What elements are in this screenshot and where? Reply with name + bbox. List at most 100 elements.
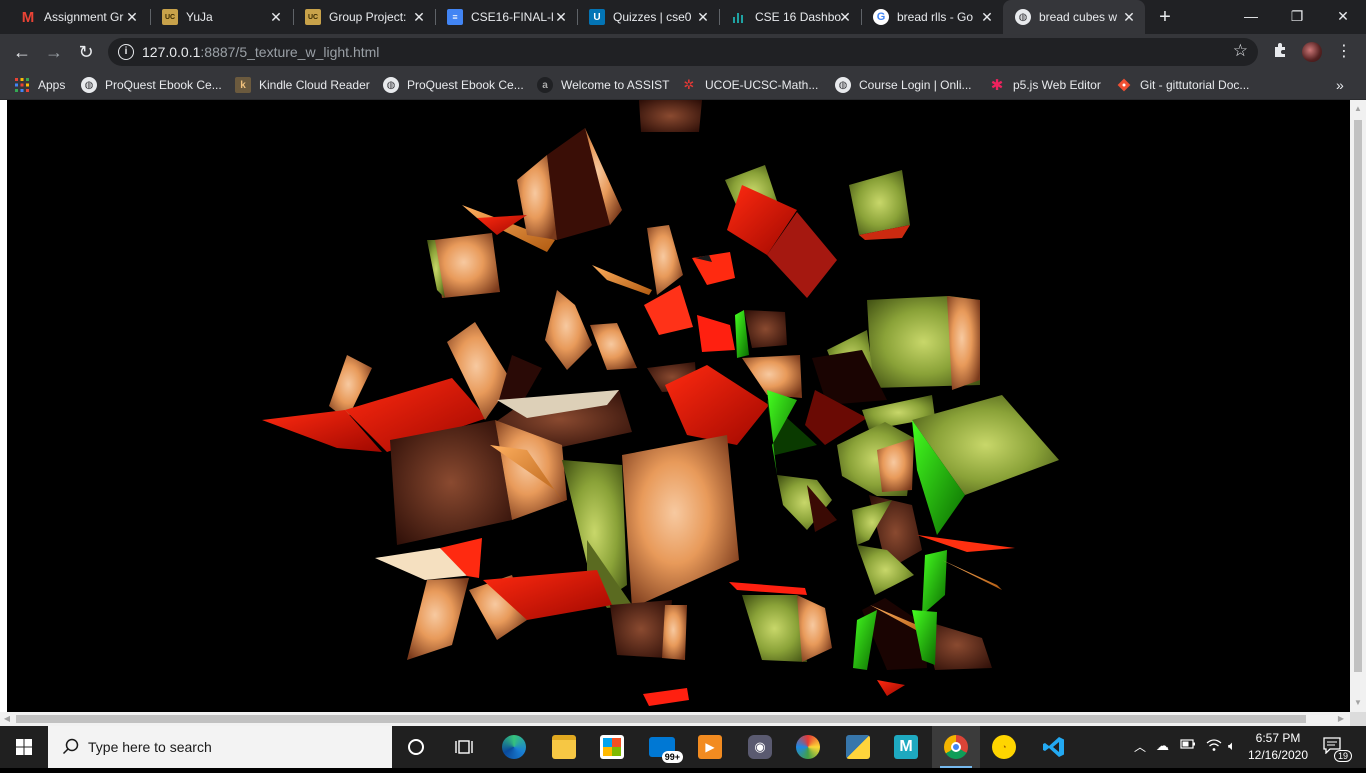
tab-title: bread rlls - Go <box>897 10 974 24</box>
tray-overflow-icon[interactable]: ︿ <box>1134 738 1146 755</box>
horizontal-scroll-thumb[interactable] <box>16 715 1306 723</box>
cube-face <box>877 680 905 696</box>
close-icon[interactable]: ✕ <box>411 9 427 25</box>
bookmark-assist[interactable]: a Welcome to ASSIST <box>537 77 670 93</box>
horizontal-scrollbar[interactable]: ◀ ▶ <box>0 712 1350 726</box>
onedrive-icon[interactable]: ☁ <box>1156 738 1169 754</box>
close-icon[interactable]: ✕ <box>979 9 995 25</box>
close-icon[interactable]: ✕ <box>268 9 284 25</box>
vertical-scrollbar[interactable]: ▲ ▼ <box>1350 100 1366 712</box>
reload-button[interactable]: ↻ <box>74 40 98 64</box>
bookmark-course-login[interactable]: ◍ Course Login | Onli... <box>835 77 972 93</box>
bookmark-git[interactable]: Git - gittutorial Doc... <box>1116 77 1249 93</box>
close-window-button[interactable]: ✕ <box>1320 0 1366 34</box>
profile-avatar[interactable] <box>1302 42 1322 62</box>
bookmark-proquest-2[interactable]: ◍ ProQuest Ebook Ce... <box>383 77 524 93</box>
taskbar-vscode[interactable] <box>1030 726 1078 768</box>
bread-cubes-canvas[interactable] <box>7 100 1350 712</box>
cube-face <box>692 252 735 285</box>
bookmark-kindle[interactable]: k Kindle Cloud Reader <box>235 77 370 93</box>
cube-face <box>917 535 1015 552</box>
url-path: :8887/5_texture_w_light.html <box>200 44 380 60</box>
cube-face <box>697 315 735 352</box>
tab-group-project[interactable]: UC Group Project: ✕ <box>293 0 435 34</box>
tab-bread-rlls[interactable]: G bread rlls - Go ✕ <box>861 0 1003 34</box>
taskbar-media-player[interactable]: ▶ <box>686 726 734 768</box>
wifi-icon[interactable] <box>1206 738 1222 755</box>
taskbar-file-explorer[interactable] <box>540 726 588 768</box>
forward-button[interactable]: → <box>42 40 66 64</box>
tab-bread-cubes[interactable]: ◍ bread cubes w ✕ <box>1003 0 1145 34</box>
minimize-button[interactable]: — <box>1228 0 1274 34</box>
vertical-scroll-thumb[interactable] <box>1354 120 1362 672</box>
close-icon[interactable]: ✕ <box>553 9 569 25</box>
cube-face <box>643 688 689 706</box>
address-bar[interactable]: i 127.0.0.1:8887/5_texture_w_light.html … <box>108 38 1258 66</box>
store-icon <box>600 735 624 759</box>
clock-time: 6:57 PM <box>1255 731 1301 745</box>
cube-face <box>797 595 832 662</box>
folder-icon <box>552 735 576 759</box>
cube-face <box>407 578 469 660</box>
tab-cse16-final[interactable]: ≡ CSE16-FINAL-l ✕ <box>435 0 577 34</box>
bookmark-apps[interactable]: Apps <box>14 77 65 93</box>
scroll-up-arrow[interactable]: ▲ <box>1354 104 1362 114</box>
back-button[interactable]: ← <box>10 40 34 64</box>
cube-face <box>590 323 637 370</box>
taskbar-clock[interactable]: 6:57 PM 12/16/2020 <box>1246 730 1310 764</box>
cube-face <box>729 582 807 595</box>
taskbar-chrome[interactable] <box>932 726 980 768</box>
task-view-button[interactable] <box>440 726 488 768</box>
taskbar-mail[interactable]: 99+ <box>638 726 686 768</box>
ucsc-icon: UC <box>305 9 321 25</box>
cube-face <box>644 285 693 335</box>
tab-assignment[interactable]: M Assignment Gr ✕ <box>8 0 148 34</box>
tab-cse16-dashboard[interactable]: CSE 16 Dashbo ✕ <box>719 0 861 34</box>
restore-button[interactable]: ❐ <box>1274 0 1320 34</box>
volume-icon[interactable]: 🔈︎ <box>1228 738 1236 754</box>
paint-icon <box>796 735 820 759</box>
extensions-icon[interactable] <box>1270 42 1290 62</box>
scroll-down-arrow[interactable]: ▼ <box>1354 698 1362 708</box>
taskbar-sticky-app[interactable]: ◔ <box>980 726 1028 768</box>
menu-kebab-icon[interactable]: ⋮ <box>1334 42 1354 62</box>
taskbar-store[interactable] <box>588 726 636 768</box>
scroll-left-arrow[interactable]: ◀ <box>2 714 12 724</box>
url-host: 127.0.0.1 <box>142 44 201 60</box>
close-icon[interactable]: ✕ <box>837 9 853 25</box>
tab-title: Assignment Gr <box>44 10 124 24</box>
url-text[interactable]: 127.0.0.1:8887/5_texture_w_light.html <box>142 44 379 60</box>
google-icon: G <box>873 9 889 25</box>
task-view-icon <box>455 740 473 754</box>
bookmark-proquest-1[interactable]: ◍ ProQuest Ebook Ce... <box>81 77 222 93</box>
close-icon[interactable]: ✕ <box>124 9 140 25</box>
scroll-right-arrow[interactable]: ▶ <box>1336 714 1346 724</box>
sticky-icon: ◔ <box>992 735 1016 759</box>
battery-icon[interactable] <box>1180 738 1196 753</box>
close-icon[interactable]: ✕ <box>1121 9 1137 25</box>
info-icon[interactable]: i <box>118 44 134 60</box>
yuja-icon: UC <box>162 9 178 25</box>
bookmark-label: ProQuest Ebook Ce... <box>105 78 222 92</box>
bookmark-star-icon[interactable]: ☆ <box>1233 41 1248 61</box>
assist-icon: a <box>537 77 553 93</box>
bookmark-ucoe[interactable]: ✲ UCOE-UCSC-Math... <box>681 77 819 93</box>
start-button[interactable] <box>0 726 48 768</box>
tab-quizzes[interactable]: U Quizzes | cse0 ✕ <box>577 0 719 34</box>
taskbar-matlab[interactable]: M <box>882 726 930 768</box>
cortana-button[interactable] <box>392 726 440 768</box>
taskbar-search-box[interactable]: Type here to search <box>48 726 392 768</box>
taskbar-paint[interactable] <box>784 726 832 768</box>
action-center-button[interactable]: 19 <box>1322 736 1352 762</box>
taskbar-edge[interactable] <box>490 726 538 768</box>
apps-grid-icon <box>14 77 30 93</box>
bookmark-p5js[interactable]: ✱ p5.js Web Editor <box>989 77 1101 94</box>
taskbar-camera[interactable]: ◉ <box>736 726 784 768</box>
tab-yuja[interactable]: UC YuJa ✕ <box>150 0 292 34</box>
close-icon[interactable]: ✕ <box>695 9 711 25</box>
cube-face <box>545 290 592 370</box>
bookmarks-overflow-icon[interactable]: » <box>1336 77 1344 93</box>
new-tab-button[interactable]: + <box>1154 5 1176 29</box>
taskbar-python[interactable] <box>834 726 882 768</box>
vscode-icon <box>1043 737 1064 757</box>
